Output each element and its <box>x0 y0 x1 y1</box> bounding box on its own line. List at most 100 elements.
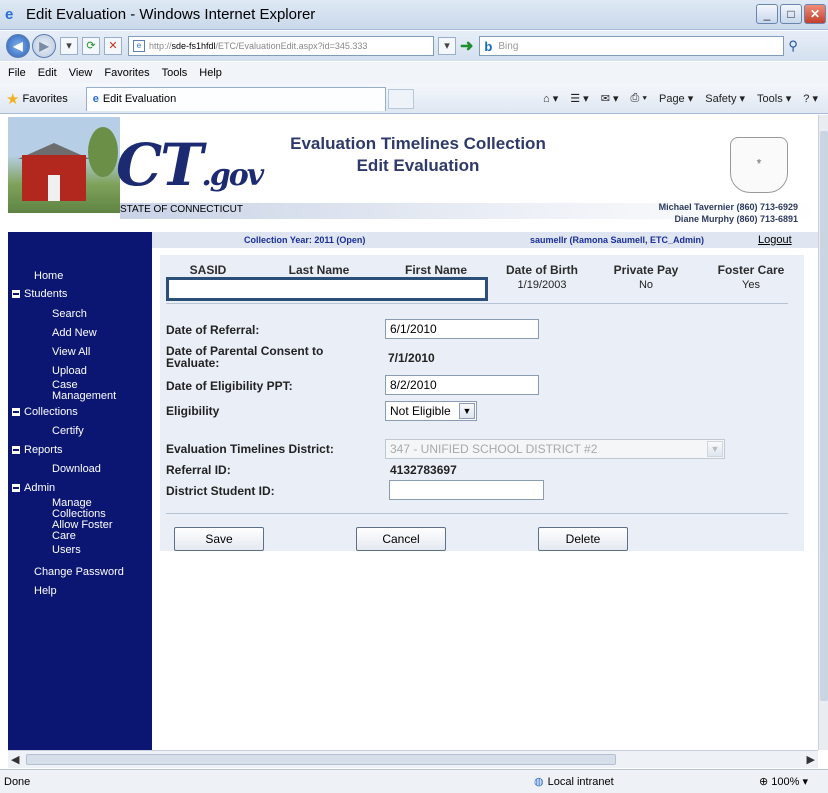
logout-link[interactable]: Logout <box>758 234 792 246</box>
district-label: Evaluation Timelines District: <box>166 442 334 456</box>
menu-file[interactable]: File <box>8 67 26 79</box>
referral-date-label: Date of Referral: <box>166 323 260 337</box>
header-banner: CT.gov STATE OF CONNECTICUT Evaluation T… <box>8 115 818 232</box>
safety-menu[interactable]: Safety ▾ <box>705 92 745 105</box>
nav-reports[interactable]: Reports <box>12 444 63 456</box>
nav-help[interactable]: Help <box>34 585 57 597</box>
nav-allow-foster-care[interactable]: Allow Foster Care <box>52 520 113 542</box>
page-title: Evaluation Timelines Collection Edit Eva… <box>218 133 618 177</box>
maximize-button[interactable]: □ <box>780 4 802 24</box>
zoom-level[interactable]: ⊕ 100% ▾ <box>759 775 808 788</box>
nav-users[interactable]: Users <box>52 544 81 556</box>
district-student-id-input[interactable] <box>389 480 544 500</box>
go-icon[interactable]: ➜ <box>460 36 473 56</box>
tab-edit-evaluation[interactable]: e Edit Evaluation <box>85 86 386 111</box>
collapse-icon <box>12 446 20 454</box>
menu-help[interactable]: Help <box>199 67 222 79</box>
eligibility-selected: Not Eligible <box>390 404 451 418</box>
nav-download[interactable]: Download <box>52 463 101 475</box>
app-title: Evaluation Timelines Collection <box>290 134 546 153</box>
scroll-thumb[interactable] <box>820 131 828 701</box>
nav-case-management[interactable]: Case Management <box>52 380 116 402</box>
favorites-star-icon[interactable]: ★ <box>6 90 19 108</box>
status-bar: Done ◍ Local intranet ⊕ 100% ▾ <box>0 769 828 793</box>
ie-icon: e <box>5 5 14 23</box>
horizontal-scrollbar[interactable]: ◀ ▶ <box>8 750 818 768</box>
mail-icon[interactable]: ✉ ▾ <box>601 92 619 105</box>
chevron-down-icon: ▼ <box>459 403 475 419</box>
consent-date-label: Date of Parental Consent to Evaluate: <box>166 344 324 370</box>
delete-button[interactable]: Delete <box>538 527 628 551</box>
security-zone: ◍ Local intranet <box>534 775 614 789</box>
nav-upload[interactable]: Upload <box>52 365 87 377</box>
header-private-pay: Private Pay <box>613 263 679 277</box>
nav-certify[interactable]: Certify <box>52 425 84 437</box>
page-viewport: CT.gov STATE OF CONNECTICUT Evaluation T… <box>8 115 818 750</box>
referral-date-input[interactable] <box>385 319 539 339</box>
page-subtitle: Edit Evaluation <box>356 156 480 175</box>
scroll-thumb[interactable] <box>26 754 616 765</box>
state-seal-icon: ⚜ <box>730 137 788 193</box>
sidebar: Home Students Search Add New View All Up… <box>8 232 152 750</box>
nav-add-new[interactable]: Add New <box>52 327 97 339</box>
menu-favorites[interactable]: Favorites <box>104 67 149 79</box>
url-prefix: http:// <box>149 41 172 51</box>
nav-view-all[interactable]: View All <box>52 346 90 358</box>
home-icon[interactable]: ⌂ ▾ <box>543 92 558 105</box>
referral-id-value: 4132783697 <box>390 463 457 477</box>
tools-menu[interactable]: Tools ▾ <box>757 92 791 105</box>
collapse-icon <box>12 408 20 416</box>
contacts: Michael Tavernier (860) 713-6929 Diane M… <box>659 201 798 225</box>
url-host: sde-fs1hfdl <box>171 41 216 51</box>
nav-change-password[interactable]: Change Password <box>34 566 124 578</box>
nav-search[interactable]: Search <box>52 308 87 320</box>
search-input[interactable]: b Bing <box>479 36 785 56</box>
header-last-name: Last Name <box>288 263 350 277</box>
search-icon[interactable]: ⚲ <box>788 38 798 54</box>
back-button[interactable]: ◀ <box>6 34 30 58</box>
nav-collections[interactable]: Collections <box>12 406 78 418</box>
save-button[interactable]: Save <box>174 527 264 551</box>
eligibility-select[interactable]: Not Eligible ▼ <box>385 401 477 421</box>
menu-edit[interactable]: Edit <box>38 67 57 79</box>
vertical-scrollbar[interactable] <box>818 115 828 750</box>
district-student-id-label: District Student ID: <box>166 484 275 498</box>
minimize-button[interactable]: _ <box>756 4 778 24</box>
contact-2: Diane Murphy (860) 713-6891 <box>674 214 798 224</box>
menu-tools[interactable]: Tools <box>162 67 188 79</box>
zoom-icon: ⊕ <box>759 776 769 788</box>
nav-manage-collections[interactable]: Manage Collections <box>52 498 106 520</box>
forward-button[interactable]: ▶ <box>32 34 56 58</box>
close-button[interactable]: ✕ <box>804 4 826 24</box>
scroll-right-icon[interactable]: ▶ <box>807 753 815 766</box>
dropdown-icon[interactable]: ▾ <box>60 37 78 55</box>
favorites-button[interactable]: Favorites <box>22 93 67 105</box>
address-dropdown-icon[interactable]: ▾ <box>438 37 456 55</box>
refresh-icon[interactable]: ⟳ <box>82 37 100 55</box>
print-icon[interactable]: ⎙ ▾ <box>631 92 647 105</box>
address-input[interactable]: e http://sde-fs1hfdl/ETC/EvaluationEdit.… <box>128 36 434 56</box>
page-menu[interactable]: Page ▾ <box>659 92 693 105</box>
new-tab-button[interactable] <box>387 88 414 109</box>
menu-view[interactable]: View <box>69 67 93 79</box>
nav-students[interactable]: Students <box>12 288 67 300</box>
consent-date-value: 7/1/2010 <box>388 351 435 365</box>
ppt-date-input[interactable] <box>385 375 539 395</box>
district-select[interactable]: 347 - UNIFIED SCHOOL DISTRICT #2 ▼ <box>385 439 725 459</box>
search-placeholder: Bing <box>498 40 519 52</box>
cancel-button[interactable]: Cancel <box>356 527 446 551</box>
info-row: Collection Year: 2011 (Open) saumellr (R… <box>152 232 818 248</box>
header-first-name: First Name <box>404 263 468 277</box>
redacted-student-name <box>166 277 488 301</box>
feeds-icon[interactable]: ☰ ▾ <box>570 92 588 105</box>
scroll-left-icon[interactable]: ◀ <box>11 753 19 766</box>
stop-icon[interactable]: ✕ <box>104 37 122 55</box>
globe-icon: ◍ <box>534 776 544 788</box>
url-path: /ETC/EvaluationEdit.aspx?id=345.333 <box>215 41 368 51</box>
nav-admin[interactable]: Admin <box>12 482 55 494</box>
student-dob: 1/19/2003 <box>517 279 567 291</box>
current-user: saumellr (Ramona Saumell, ETC_Admin) <box>530 235 705 245</box>
help-icon[interactable]: ? ▾ <box>803 92 818 105</box>
nav-home[interactable]: Home <box>34 270 63 282</box>
district-selected: 347 - UNIFIED SCHOOL DISTRICT #2 <box>390 442 598 456</box>
